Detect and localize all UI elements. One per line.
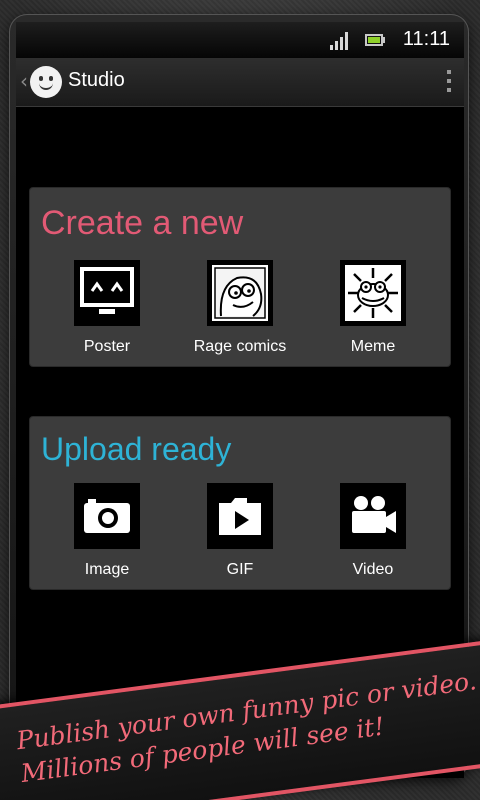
battery-icon <box>365 34 383 46</box>
action-bar: ‹ Studio <box>16 58 464 107</box>
rage-comics-button[interactable]: Rage comics <box>185 260 295 356</box>
meme-button[interactable]: Meme <box>318 260 428 356</box>
battery-tip <box>383 37 385 43</box>
camera-icon <box>74 483 140 549</box>
rage-face-icon <box>207 260 273 326</box>
status-clock: 11:11 <box>402 28 450 50</box>
gif-folder-icon <box>207 483 273 549</box>
create-new-panel: Create a new Poster Rage comics Meme <box>30 188 450 366</box>
dot-icon <box>447 88 451 92</box>
status-bar: 11:11 <box>16 22 464 58</box>
video-camera-icon <box>340 483 406 549</box>
poster-icon <box>74 260 140 326</box>
dot-icon <box>447 79 451 83</box>
meme-frog-icon <box>340 260 406 326</box>
upload-ready-title: Upload ready <box>41 431 232 467</box>
upload-image-button[interactable]: Image <box>52 483 162 579</box>
poster-label: Poster <box>83 338 131 355</box>
upload-video-button[interactable]: Video <box>318 483 428 579</box>
dot-icon <box>447 70 451 74</box>
image-label: Image <box>84 561 130 578</box>
create-new-title: Create a new <box>41 204 244 242</box>
page-title: Studio <box>68 69 125 91</box>
video-label: Video <box>352 561 394 578</box>
signal-icon <box>330 32 352 50</box>
gif-label: GIF <box>226 561 254 578</box>
meme-label: Meme <box>350 338 396 355</box>
overflow-menu-button[interactable] <box>444 70 454 94</box>
upload-gif-button[interactable]: GIF <box>185 483 295 579</box>
upload-ready-panel: Upload ready Image GIF Video <box>30 417 450 589</box>
app-logo-icon <box>30 66 62 98</box>
chevron-left-icon: ‹ <box>20 69 28 93</box>
poster-button[interactable]: Poster <box>52 260 162 356</box>
home-up-button[interactable]: ‹ <box>16 58 66 106</box>
rage-comics-label: Rage comics <box>193 338 287 355</box>
